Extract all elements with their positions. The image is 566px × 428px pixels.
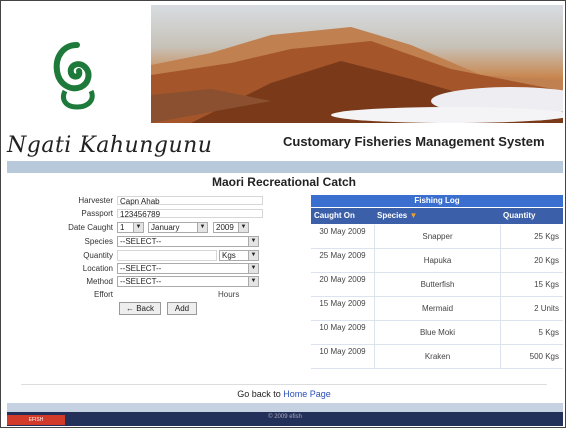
unit-select[interactable]: Kgs ▼ — [219, 250, 259, 261]
chevron-down-icon: ▼ — [133, 223, 143, 232]
quantity-cell: 20 Kgs — [534, 256, 559, 265]
method-select[interactable]: --SELECT-- ▼ — [117, 276, 259, 287]
table-row: 25 May 2009 Hapuka 20 Kgs — [311, 249, 563, 273]
chevron-down-icon: ▼ — [238, 223, 248, 232]
quantity-cell: 2 Units — [534, 304, 559, 313]
unit-value: Kgs — [222, 251, 236, 260]
quantity-field[interactable] — [117, 250, 217, 261]
chevron-down-icon: ▼ — [248, 251, 258, 260]
species-label: Species — [84, 237, 113, 246]
location-label: Location — [82, 264, 113, 273]
passport-label: Passport — [81, 209, 113, 218]
brand-name: Ngati Kahungunu — [7, 133, 213, 158]
go-back-prefix: Go back to — [237, 389, 281, 399]
caught-on-cell: 10 May 2009 — [311, 345, 375, 368]
method-label: Method — [86, 277, 113, 286]
caught-on-cell: 20 May 2009 — [311, 273, 375, 296]
table-row: 20 May 2009 Butterfish 15 Kgs — [311, 273, 563, 297]
quantity-cell: 500 Kgs — [529, 352, 559, 361]
species-value: --SELECT-- — [120, 237, 162, 246]
caught-on-cell: 15 May 2009 — [311, 297, 375, 320]
column-quantity[interactable]: Quantity — [503, 208, 535, 224]
date-caught-label: Date Caught — [68, 223, 113, 232]
table-row: 10 May 2009 Blue Moki 5 Kgs — [311, 321, 563, 345]
system-title: Customary Fisheries Management System — [283, 134, 545, 149]
species-cell: Kraken — [375, 345, 501, 368]
year-value: 2009 — [216, 223, 234, 232]
year-select[interactable]: 2009 ▼ — [213, 222, 249, 233]
header-divider — [7, 161, 563, 173]
effort-field[interactable] — [117, 289, 217, 298]
fishing-log-title: Fishing Log — [311, 195, 563, 207]
chevron-down-icon: ▼ — [197, 223, 207, 232]
species-cell: Blue Moki — [375, 321, 501, 344]
table-row: 30 May 2009 Snapper 25 Kgs — [311, 225, 563, 249]
harvester-label: Harvester — [78, 196, 113, 205]
table-row: 15 May 2009 Mermaid 2 Units — [311, 297, 563, 321]
passport-field[interactable]: 123456789 — [117, 209, 263, 219]
month-select[interactable]: January ▼ — [148, 222, 208, 233]
koru-logo-icon — [53, 42, 95, 110]
quantity-label: Quantity — [83, 251, 113, 260]
table-row: 10 May 2009 Kraken 500 Kgs — [311, 345, 563, 369]
caught-on-cell: 25 May 2009 — [311, 249, 375, 272]
chevron-down-icon: ▼ — [248, 264, 258, 273]
footer-bar: © 2009 efish — [7, 412, 563, 426]
copyright: © 2009 efish — [268, 414, 302, 420]
chevron-down-icon: ▼ — [248, 277, 258, 286]
harvester-field[interactable]: Capn Ahab — [117, 196, 263, 206]
species-cell: Snapper — [375, 225, 501, 248]
quantity-cell: 5 Kgs — [538, 328, 559, 337]
species-cell: Hapuka — [375, 249, 501, 272]
page-title: Maori Recreational Catch — [211, 175, 357, 189]
sort-desc-icon: ▼ — [409, 211, 418, 220]
caught-on-cell: 30 May 2009 — [311, 225, 375, 248]
effort-label: Effort — [94, 290, 113, 299]
column-caught-on[interactable]: Caught On — [314, 208, 355, 224]
quantity-cell: 15 Kgs — [534, 280, 559, 289]
footer-strip — [7, 403, 563, 412]
location-select[interactable]: --SELECT-- ▼ — [117, 263, 259, 274]
day-value: 1 — [120, 223, 125, 232]
effort-unit: Hours — [218, 290, 240, 299]
species-cell: Mermaid — [375, 297, 501, 320]
quantity-cell: 25 Kgs — [534, 232, 559, 241]
page-frame: Ngati Kahungunu Customary Fisheries Mana… — [0, 0, 566, 428]
column-species-label: Species — [377, 211, 408, 220]
go-back-text: Go back to Home Page — [1, 389, 565, 399]
location-value: --SELECT-- — [120, 264, 162, 273]
fishing-log-header: Caught On Species ▼ Quantity — [311, 208, 563, 224]
column-species[interactable]: Species ▼ — [377, 208, 417, 224]
month-value: January — [151, 223, 180, 232]
day-select[interactable]: 1 ▼ — [117, 222, 144, 233]
footer-divider — [21, 384, 547, 385]
chevron-down-icon: ▼ — [248, 237, 258, 246]
method-value: --SELECT-- — [120, 277, 162, 286]
landscape-banner — [151, 5, 563, 123]
species-select[interactable]: --SELECT-- ▼ — [117, 236, 259, 247]
home-page-link[interactable]: Home Page — [283, 389, 331, 399]
species-cell: Butterfish — [375, 273, 501, 296]
add-button[interactable]: Add — [167, 302, 197, 315]
caught-on-cell: 10 May 2009 — [311, 321, 375, 344]
back-button[interactable]: ← Back — [119, 302, 161, 315]
footer-logo: EFISH — [7, 415, 65, 425]
